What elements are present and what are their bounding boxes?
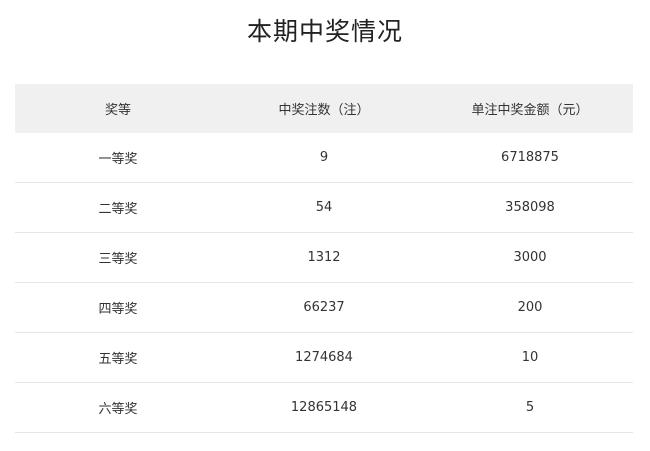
cell-winning-count: 66237: [221, 282, 427, 333]
table-header: 奖等 中奖注数（注） 单注中奖金额（元）: [15, 84, 633, 133]
cell-prize-amount: 3000: [427, 232, 633, 283]
header-winning-count: 中奖注数（注）: [221, 84, 427, 133]
cell-prize-level: 四等奖: [15, 282, 221, 333]
table-row: 一等奖 9 6718875: [15, 133, 633, 183]
cell-winning-count: 1312: [221, 232, 427, 283]
header-prize-level: 奖等: [15, 84, 221, 133]
table-row: 二等奖 54 358098: [15, 182, 633, 233]
cell-prize-amount: 358098: [427, 182, 633, 233]
table-row: 六等奖 12865148 5: [15, 382, 633, 433]
table-row: 四等奖 66237 200: [15, 282, 633, 333]
table-row: 五等奖 1274684 10: [15, 332, 633, 383]
cell-prize-level: 三等奖: [15, 232, 221, 283]
cell-prize-level: 六等奖: [15, 382, 221, 433]
cell-prize-amount: 200: [427, 282, 633, 333]
cell-winning-count: 9: [221, 133, 427, 183]
table-row: 三等奖 1312 3000: [15, 232, 633, 283]
cell-winning-count: 1274684: [221, 332, 427, 383]
cell-prize-amount: 5: [427, 382, 633, 433]
cell-prize-level: 五等奖: [15, 332, 221, 383]
header-row: 奖等 中奖注数（注） 单注中奖金额（元）: [15, 84, 633, 133]
cell-prize-level: 一等奖: [15, 133, 221, 183]
cell-winning-count: 12865148: [221, 382, 427, 433]
cell-prize-amount: 10: [427, 332, 633, 383]
cell-prize-amount: 6718875: [427, 133, 633, 183]
table-body: 一等奖 9 6718875 二等奖 54 358098 三等奖 1312 300…: [15, 133, 633, 433]
cell-winning-count: 54: [221, 182, 427, 233]
prize-table: 奖等 中奖注数（注） 单注中奖金额（元） 一等奖 9 6718875 二等奖 5…: [15, 84, 633, 433]
header-prize-amount: 单注中奖金额（元）: [427, 84, 633, 133]
page-title: 本期中奖情况: [246, 17, 403, 46]
cell-prize-level: 二等奖: [15, 182, 221, 233]
